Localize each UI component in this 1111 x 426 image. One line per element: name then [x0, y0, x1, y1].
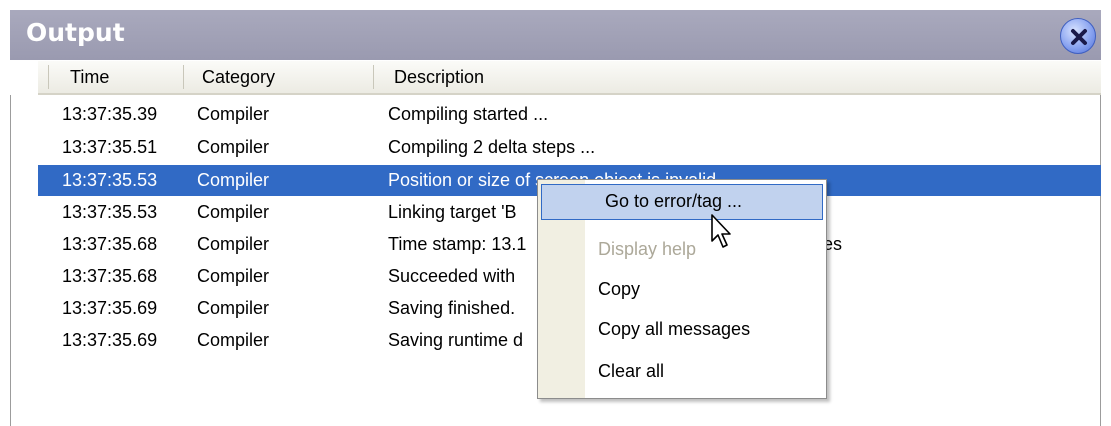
row-category: Compiler — [197, 330, 270, 350]
column-header: Time Category Description — [38, 61, 1101, 95]
row-time: 13:37:35.68 — [62, 234, 158, 254]
column-divider[interactable] — [48, 65, 49, 89]
row-category: Compiler — [197, 104, 270, 124]
panel-title: Output — [26, 18, 125, 47]
menu-item-copy-all-messages[interactable]: Copy all messages — [538, 312, 826, 348]
row-category: Compiler — [197, 202, 270, 222]
menu-item-clear-all[interactable]: Clear all — [538, 354, 826, 390]
row-time: 13:37:35.68 — [62, 266, 158, 286]
column-divider[interactable] — [183, 65, 184, 89]
menu-item-copy[interactable]: Copy — [538, 272, 826, 308]
row-description: Saving finished. — [388, 298, 516, 318]
output-panel: Output Time Category Description 13:37:3… — [0, 0, 1111, 426]
row-time: 13:37:35.51 — [62, 137, 158, 157]
row-category: Compiler — [197, 137, 270, 157]
message-row[interactable]: 13:37:35.39 Compiler Compiling started .… — [38, 99, 1101, 130]
row-category: Compiler — [197, 234, 270, 254]
output-titlebar: Output — [10, 10, 1101, 60]
close-button[interactable] — [1060, 18, 1096, 54]
column-header-time[interactable]: Time — [70, 61, 109, 93]
column-divider[interactable] — [373, 65, 374, 89]
row-time: 13:37:35.53 — [62, 170, 158, 190]
row-time: 13:37:35.53 — [62, 202, 158, 222]
column-header-category[interactable]: Category — [202, 61, 275, 93]
mouse-pointer-icon — [711, 214, 731, 248]
menu-item-display-help[interactable]: Display help — [538, 232, 826, 268]
row-time: 13:37:35.69 — [62, 298, 158, 318]
row-time: 13:37:35.69 — [62, 330, 158, 350]
menu-item-go-to-error[interactable]: Go to error/tag ... — [541, 184, 823, 220]
column-header-description[interactable]: Description — [394, 61, 484, 93]
row-category: Compiler — [197, 170, 270, 190]
row-description: Saving runtime d — [388, 330, 524, 350]
close-x-icon — [1071, 29, 1087, 45]
row-time: 13:37:35.39 — [62, 104, 158, 124]
row-description: Linking target 'B — [388, 202, 517, 222]
context-menu: Go to error/tag ... Display help Copy Co… — [537, 179, 827, 399]
message-row[interactable]: 13:37:35.51 Compiler Compiling 2 delta s… — [38, 132, 1101, 163]
row-description: Compiling 2 delta steps ... — [388, 137, 596, 157]
row-category: Compiler — [197, 298, 270, 318]
row-description: Succeeded with — [388, 266, 516, 286]
row-description: Compiling started ... — [388, 104, 549, 124]
row-description: Time stamp: 13.1 — [388, 234, 527, 254]
row-category: Compiler — [197, 266, 270, 286]
